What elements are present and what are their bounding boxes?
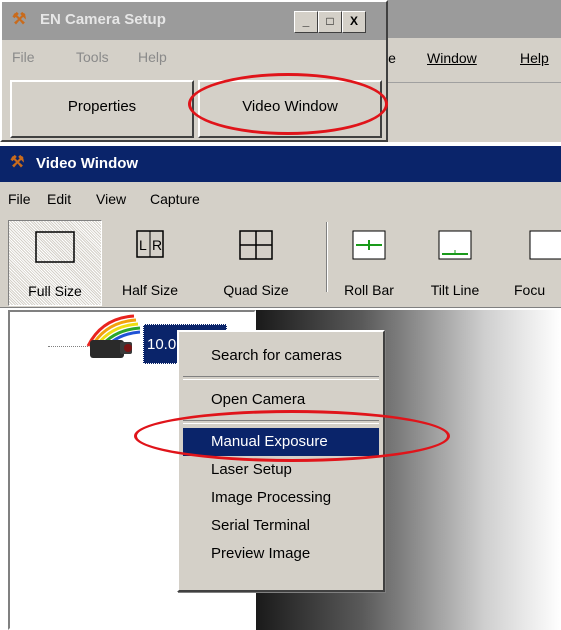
tools-icon: ⚒ [10,154,25,171]
setup-window: ⚒ EN Camera Setup _ □ X File Tools Help … [0,0,388,142]
setup-titlebar[interactable]: ⚒ EN Camera Setup _ □ X [2,2,386,40]
video-toolbar: Full Size LR Half Size Quad Size Roll Ba… [0,214,561,308]
focus-icon [529,230,561,263]
menu-item-manual-exposure[interactable]: Manual Exposure [183,428,379,456]
setup-window-title: EN Camera Setup [40,11,166,28]
focus-button[interactable]: Focu [506,220,561,304]
menu-file[interactable]: File [8,191,31,207]
menu-separator [183,376,379,380]
full-size-button[interactable]: Full Size [8,220,102,306]
full-size-icon [35,231,75,266]
setup-menu-file[interactable]: File [12,49,35,65]
roll-bar-icon [352,230,386,263]
camera-icon [82,312,142,364]
svg-text:R: R [152,237,162,253]
tilt-line-label: Tilt Line [430,282,480,298]
full-size-label: Full Size [28,283,82,299]
setup-menu-tools[interactable]: Tools [76,49,109,65]
setup-menu-help[interactable]: Help [138,49,167,65]
video-window-button[interactable]: Video Window [198,80,382,138]
menu-item-image-processing[interactable]: Image Processing [183,484,379,512]
menu-separator [183,420,379,424]
menu-edit[interactable]: Edit [47,191,71,207]
background-menu-window[interactable]: Window [427,50,477,66]
video-window-menubar: File Edit View Capture [0,182,561,214]
roll-bar-label: Roll Bar [344,282,394,298]
video-window-title: Video Window [36,155,139,172]
quad-size-label: Quad Size [223,282,289,298]
menu-item-preview-image[interactable]: Preview Image [183,540,379,568]
close-icon[interactable]: X [342,11,366,33]
menu-item-serial-terminal[interactable]: Serial Terminal [183,512,379,540]
video-window-titlebar[interactable]: ⚒ Video Window [0,146,561,182]
roll-bar-button[interactable]: Roll Bar [334,220,404,304]
menu-capture[interactable]: Capture [150,191,200,207]
background-menubar: le Window Help [385,38,561,83]
half-size-icon: LR [136,230,164,261]
background-menu-help[interactable]: Help [520,50,549,66]
menu-item-laser-setup[interactable]: Laser Setup [183,456,379,484]
half-size-button[interactable]: LR Half Size [108,220,192,304]
menu-item-open-camera[interactable]: Open Camera [183,386,379,414]
setup-menubar: File Tools Help [2,40,386,70]
properties-button[interactable]: Properties [10,80,194,138]
quad-size-button[interactable]: Quad Size [210,220,302,304]
toolbar-separator [326,222,328,292]
menu-view[interactable]: View [96,191,126,207]
minimize-icon[interactable]: _ [294,11,318,33]
svg-text:L: L [139,237,147,253]
menu-item-search-for-cameras[interactable]: Search for cameras [183,342,379,370]
tilt-line-icon [438,230,472,263]
tilt-line-button[interactable]: Tilt Line [418,220,492,304]
half-size-label: Half Size [121,282,179,298]
context-menu: Search for cameras Open Camera Manual Ex… [177,330,385,592]
focus-label: Focu [514,282,546,298]
background-toolbar [385,118,561,142]
background-titlebar [385,0,561,38]
quad-size-icon [239,230,273,263]
tools-icon: ⚒ [12,11,27,28]
maximize-icon[interactable]: □ [318,11,342,33]
